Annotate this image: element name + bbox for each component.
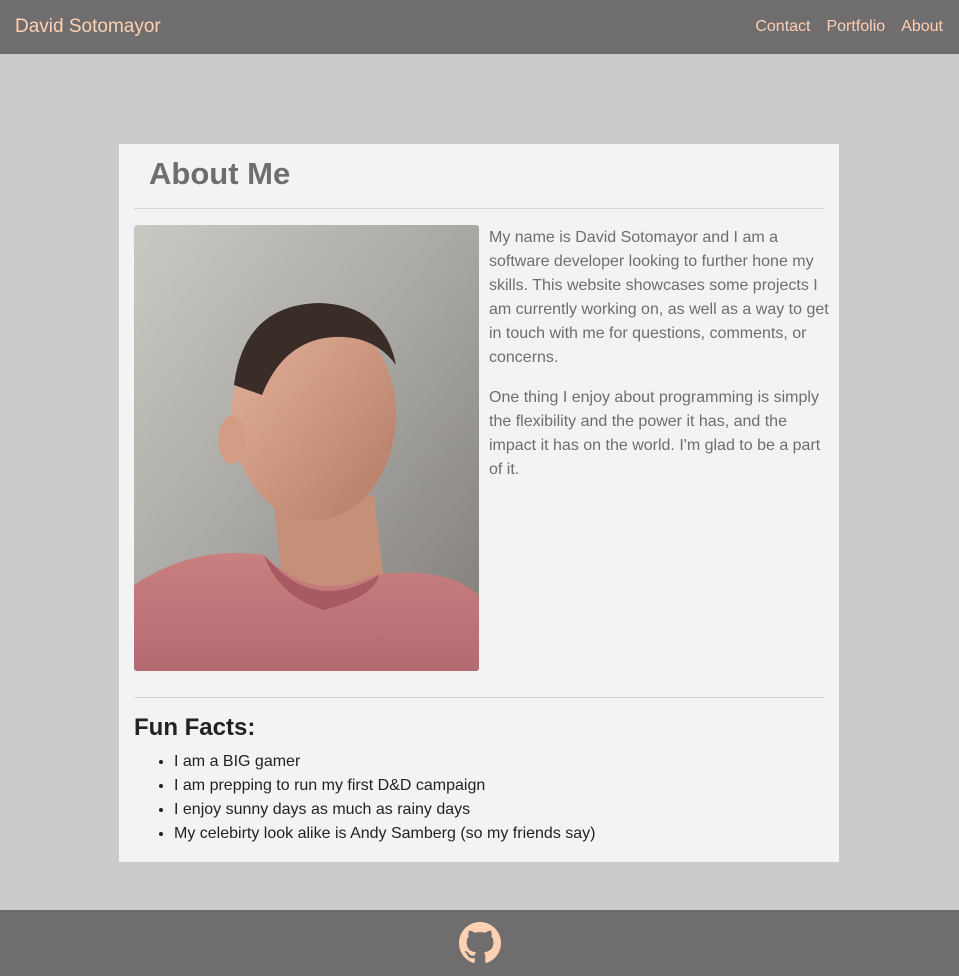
footer xyxy=(0,910,959,976)
github-link[interactable] xyxy=(458,922,501,964)
bio-paragraph: One thing I enjoy about programming is s… xyxy=(489,389,821,478)
list-item: I am a BIG gamer xyxy=(174,750,595,774)
list-item: I enjoy sunny days as much as rainy days xyxy=(174,798,595,822)
nav-about-link[interactable]: About xyxy=(901,18,943,36)
github-icon xyxy=(458,922,501,963)
bio-text: My name is David Sotomayor and I am a so… xyxy=(489,226,829,498)
list-item: I am prepping to run my first D&D campai… xyxy=(174,774,595,798)
title-divider xyxy=(134,208,824,209)
nav-links: Contact Portfolio About xyxy=(755,18,943,36)
about-card: About Me My name is David Sotomayor and … xyxy=(119,144,839,862)
bio-paragraph: My name is David Sotomayor and I am a so… xyxy=(489,229,829,366)
profile-photo xyxy=(134,225,479,671)
list-item: My celebirty look alike is Andy Samberg … xyxy=(174,822,595,846)
fun-facts-heading: Fun Facts: xyxy=(134,714,256,741)
section-divider xyxy=(134,697,824,698)
nav-portfolio-link[interactable]: Portfolio xyxy=(826,18,885,36)
page-title: About Me xyxy=(149,156,291,191)
fun-facts-list: I am a BIG gamer I am prepping to run my… xyxy=(174,750,595,846)
brand-link[interactable]: David Sotomayor xyxy=(15,16,161,38)
nav-contact-link[interactable]: Contact xyxy=(755,18,810,36)
navbar: David Sotomayor Contact Portfolio About xyxy=(0,0,959,54)
